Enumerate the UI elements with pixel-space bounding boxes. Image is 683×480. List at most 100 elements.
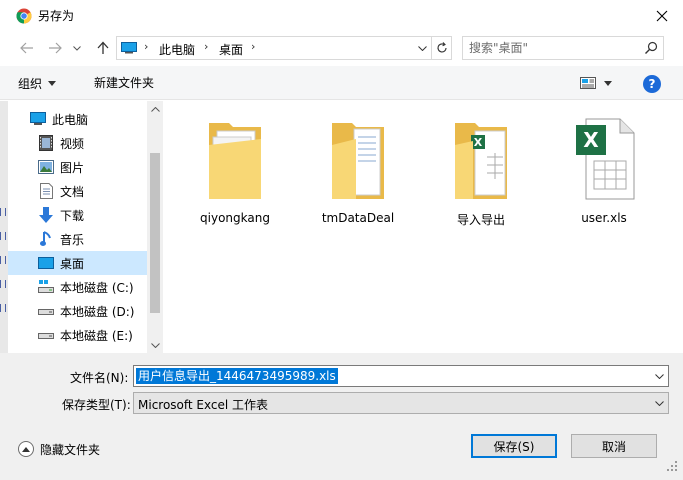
computer-icon (121, 42, 137, 54)
arrow-left-icon (20, 42, 33, 54)
filename-dropdown-button[interactable] (650, 366, 668, 386)
scroll-thumb[interactable] (150, 153, 160, 313)
hide-folders-label: 隐藏文件夹 (40, 442, 101, 457)
filetype-select[interactable]: Microsoft Excel 工作表 (133, 392, 669, 414)
hide-folders-button[interactable]: 隐藏文件夹 (18, 440, 100, 458)
breadcrumb-separator[interactable]: › (204, 40, 208, 53)
nav-item-label: 视频 (60, 136, 85, 151)
title-bar: 另存为 (0, 0, 683, 32)
chevron-up-circle-icon (18, 441, 34, 457)
nav-item-label: 此电脑 (52, 112, 89, 127)
drive-icon (38, 327, 54, 343)
organize-button[interactable]: 组织 (18, 74, 57, 92)
nav-scrollbar[interactable] (147, 101, 163, 353)
breadcrumb-desktop[interactable]: 桌面 (219, 41, 243, 58)
window-title: 另存为 (38, 9, 75, 23)
nav-item-label: 本地磁盘 (E:) (60, 328, 133, 343)
video-icon (38, 135, 54, 151)
scroll-up-button[interactable] (147, 101, 163, 117)
nav-item-music[interactable]: 音乐 (8, 227, 148, 251)
folder-icon (326, 109, 390, 205)
close-button[interactable] (640, 0, 683, 32)
drive-icon (38, 303, 54, 319)
nav-item-downloads[interactable]: 下载 (8, 203, 148, 227)
breadcrumb-this-pc[interactable]: 此电脑 (159, 41, 195, 58)
nav-item-drive-d[interactable]: 本地磁盘 (D:) (8, 299, 148, 323)
filename-input[interactable]: 用户信息导出_1446473495989.xls (133, 365, 669, 387)
nav-item-label: 图片 (60, 160, 85, 175)
organize-label: 组织 (18, 76, 43, 91)
caret-down-icon (48, 80, 57, 86)
filename-label: 文件名(N): (70, 371, 129, 385)
chevron-down-icon (73, 45, 81, 51)
svg-text:X: X (583, 128, 599, 152)
folder-excel-icon: X (449, 109, 513, 205)
save-options-panel: 文件名(N): 用户信息导出_1446473495989.xls 保存类型(T)… (0, 353, 683, 480)
command-bar: 组织 新建文件夹 ? (0, 66, 683, 100)
file-item-folder[interactable]: tmDataDeal (310, 109, 406, 229)
close-icon (656, 10, 667, 22)
chevron-up-icon (150, 106, 160, 112)
breadcrumb-separator[interactable]: › (251, 40, 255, 53)
refresh-button[interactable] (431, 37, 451, 59)
file-item-folder[interactable]: X 导入导出 (433, 109, 529, 229)
search-icon[interactable] (643, 40, 659, 56)
navigation-pane: 此电脑 视频 图片 文档 下载 音乐 桌面 本地磁盘 (C:) 本地磁盘 (D:… (0, 101, 163, 353)
nav-item-drive-e[interactable]: 本地磁盘 (E:) (8, 323, 148, 347)
nav-item-pictures[interactable]: 图片 (8, 155, 148, 179)
desktop-icon (38, 255, 54, 271)
save-button[interactable]: 保存(S) (471, 434, 557, 458)
address-bar[interactable]: › 此电脑 › 桌面 › (116, 36, 452, 60)
chevron-down-icon (150, 342, 160, 348)
nav-item-label: 本地磁盘 (D:) (60, 304, 135, 319)
download-icon (38, 207, 54, 223)
arrow-up-icon (97, 41, 109, 54)
address-dropdown-button[interactable] (413, 37, 431, 59)
up-button[interactable] (92, 37, 114, 59)
pictures-icon (38, 159, 54, 175)
filetype-label: 保存类型(T): (62, 398, 131, 412)
nav-item-videos[interactable]: 视频 (8, 131, 148, 155)
caret-down-icon (604, 80, 612, 86)
nav-item-label: 文档 (60, 184, 85, 199)
file-item-folder[interactable]: qiyongkang (187, 109, 283, 229)
computer-icon (30, 111, 46, 127)
new-folder-button[interactable]: 新建文件夹 (94, 74, 154, 92)
nav-item-drive-c[interactable]: 本地磁盘 (C:) (8, 275, 148, 299)
change-view-button[interactable] (580, 74, 620, 92)
nav-item-label: 桌面 (60, 256, 85, 271)
file-name: user.xls (581, 211, 627, 225)
file-name: qiyongkang (200, 211, 270, 225)
chevron-down-icon (654, 400, 664, 406)
nav-item-this-pc[interactable]: 此电脑 (8, 107, 148, 131)
music-icon (38, 231, 54, 247)
drive-c-icon (38, 279, 54, 295)
filetype-dropdown-button[interactable] (650, 393, 668, 413)
nav-item-desktop[interactable]: 桌面 (8, 251, 148, 275)
search-input[interactable] (469, 39, 639, 57)
arrow-right-icon (49, 42, 62, 54)
scroll-down-button[interactable] (147, 337, 163, 353)
svg-text:X: X (474, 136, 483, 149)
nav-item-label: 本地磁盘 (C:) (60, 280, 134, 295)
search-box[interactable] (462, 36, 664, 60)
file-name: tmDataDeal (321, 211, 395, 225)
view-details-icon (580, 77, 596, 89)
nav-item-documents[interactable]: 文档 (8, 179, 148, 203)
back-button[interactable] (16, 37, 38, 59)
file-item-xls[interactable]: X user.xls (556, 109, 652, 229)
filename-value[interactable]: 用户信息导出_1446473495989.xls (136, 368, 338, 384)
chevron-down-icon (654, 373, 664, 379)
refresh-icon (436, 42, 447, 53)
file-name: 导入导出 (456, 213, 505, 227)
forward-button[interactable] (44, 37, 66, 59)
filetype-value: Microsoft Excel 工作表 (138, 398, 269, 412)
breadcrumb-separator[interactable]: › (144, 40, 148, 53)
excel-file-icon: X (572, 109, 636, 205)
documents-icon (38, 183, 54, 199)
help-button[interactable]: ? (643, 75, 661, 93)
resize-grip[interactable] (664, 458, 678, 472)
file-list: qiyongkang tmDataDeal X 导入导出 X user.xls (163, 101, 683, 353)
recent-locations-button[interactable] (70, 37, 84, 59)
cancel-button[interactable]: 取消 (571, 434, 657, 458)
